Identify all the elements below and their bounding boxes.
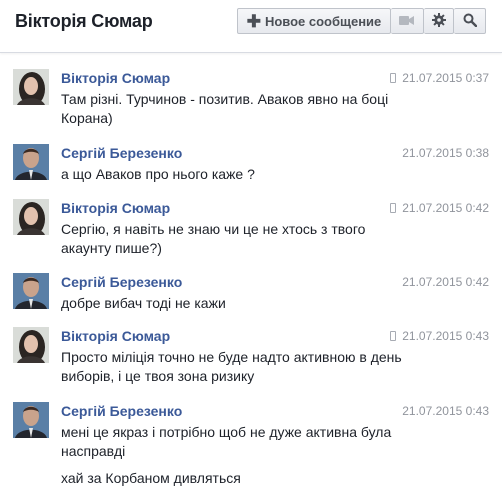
- message-line: а що Аваков про нього каже ?: [61, 166, 255, 182]
- avatar[interactable]: [13, 402, 49, 438]
- message-text: добре вибач тоді не кажи: [61, 294, 486, 313]
- message-text: Там різні. Турчинов - позитив. Аваков яв…: [61, 90, 486, 128]
- timestamp-label: 21.07.2015 0:42: [402, 201, 489, 215]
- conversation-title: Вікторія Сюмар: [15, 11, 153, 31]
- message-line: Корана): [61, 110, 113, 126]
- timestamp-label: 21.07.2015 0:43: [402, 329, 489, 343]
- message-timestamp: 21.07.2015 0:37: [390, 71, 489, 85]
- timestamp-label: 21.07.2015 0:38: [402, 146, 489, 160]
- message-author[interactable]: Вікторія Сюмар: [61, 200, 170, 216]
- avatar[interactable]: [13, 144, 49, 180]
- message-line: мені це якраз і потрібно щоб не дуже акт…: [61, 424, 392, 440]
- message-text: Просто міліція точно не буде надто актив…: [61, 348, 486, 386]
- message-timestamp: 21.07.2015 0:42: [390, 201, 489, 215]
- message-author[interactable]: Сергій Березенко: [61, 274, 182, 290]
- message-line: Там різні. Турчинов - позитив. Аваков яв…: [61, 91, 389, 107]
- avatar[interactable]: [13, 199, 49, 235]
- message-line: Сергію, я навіть не знаю чи це не хтось …: [61, 221, 366, 237]
- plus-icon: ✚: [246, 11, 261, 31]
- mobile-phone-icon: [390, 73, 397, 83]
- message-line: Просто міліція точно не буде надто актив…: [61, 349, 402, 365]
- message-author[interactable]: Вікторія Сюмар: [61, 328, 170, 344]
- timestamp-label: 21.07.2015 0:43: [402, 404, 489, 418]
- mobile-phone-icon: [390, 331, 397, 341]
- new-message-label: Новое сообщение: [264, 13, 382, 29]
- message-timestamp: 21.07.2015 0:38: [402, 146, 489, 160]
- message-author[interactable]: Сергій Березенко: [61, 145, 182, 161]
- gear-icon: [431, 12, 446, 30]
- video-camera-icon: [399, 14, 415, 29]
- message-author[interactable]: Сергій Березенко: [61, 403, 182, 419]
- message-line: виборів, і це твоя зона ризику: [61, 368, 255, 384]
- avatar[interactable]: [13, 327, 49, 363]
- message-timestamp: 21.07.2015 0:43: [390, 329, 489, 343]
- new-message-button[interactable]: ✚ Новое сообщение: [237, 8, 391, 34]
- message-line: добре вибач тоді не кажи: [61, 295, 226, 311]
- avatar[interactable]: [13, 69, 49, 105]
- search-icon: [463, 13, 477, 30]
- timestamp-label: 21.07.2015 0:37: [402, 71, 489, 85]
- search-button[interactable]: [454, 8, 486, 34]
- message-line: акаунту пише?): [61, 240, 162, 256]
- settings-button[interactable]: [424, 8, 454, 34]
- timestamp-label: 21.07.2015 0:42: [402, 275, 489, 289]
- message-line: насправді: [61, 443, 126, 459]
- message-timestamp: 21.07.2015 0:42: [402, 275, 489, 289]
- message-text: мені це якраз і потрібно щоб не дуже акт…: [61, 423, 486, 461]
- mobile-phone-icon: [390, 203, 397, 213]
- message-text: а що Аваков про нього каже ?: [61, 165, 486, 184]
- message-timestamp: 21.07.2015 0:43: [402, 404, 489, 418]
- video-call-button[interactable]: [391, 8, 424, 34]
- message-author[interactable]: Вікторія Сюмар: [61, 70, 170, 86]
- conversation-header: Вікторія Сюмар ✚ Новое сообщение: [0, 0, 502, 53]
- avatar[interactable]: [13, 273, 49, 309]
- message-text: Сергію, я навіть не знаю чи це не хтось …: [61, 220, 486, 258]
- message-text: хай за Корбаном дивляться: [61, 470, 241, 486]
